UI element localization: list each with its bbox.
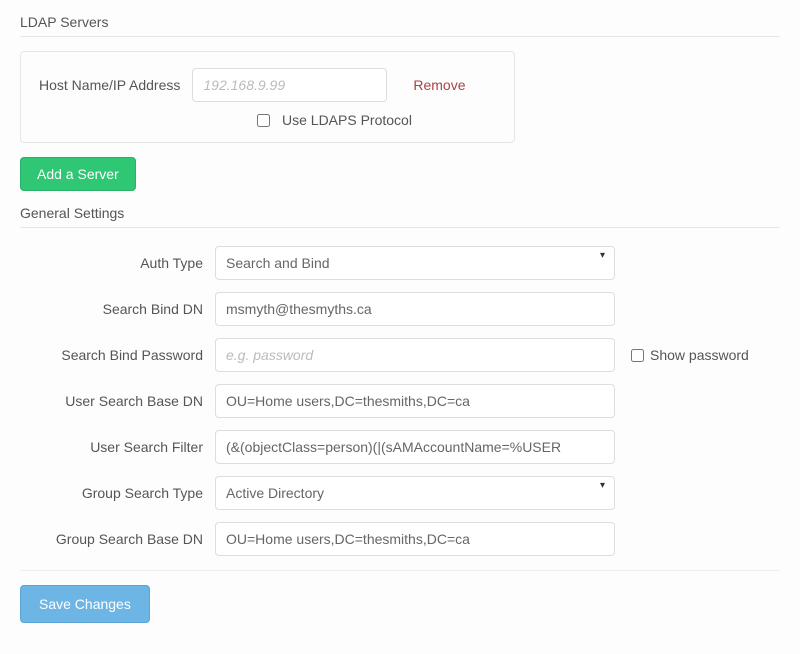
search-bind-dn-label: Search Bind DN <box>20 301 215 317</box>
server-box: Host Name/IP Address Remove Use LDAPS Pr… <box>20 51 515 143</box>
ldap-servers-title: LDAP Servers <box>20 14 780 37</box>
use-ldaps-label: Use LDAPS Protocol <box>282 112 412 128</box>
group-base-dn-label: Group Search Base DN <box>20 531 215 547</box>
user-base-dn-input[interactable] <box>215 384 615 418</box>
group-base-dn-input[interactable] <box>215 522 615 556</box>
group-search-type-select[interactable]: Active Directory <box>215 476 615 510</box>
show-password-checkbox[interactable] <box>631 349 644 362</box>
search-bind-pw-input[interactable] <box>215 338 615 372</box>
general-settings-title: General Settings <box>20 205 780 228</box>
user-base-dn-label: User Search Base DN <box>20 393 215 409</box>
auth-type-label: Auth Type <box>20 255 215 271</box>
host-input[interactable] <box>192 68 387 102</box>
user-filter-label: User Search Filter <box>20 439 215 455</box>
divider <box>20 570 780 571</box>
group-search-type-label: Group Search Type <box>20 485 215 501</box>
save-changes-button[interactable]: Save Changes <box>20 585 150 623</box>
auth-type-select[interactable]: Search and Bind <box>215 246 615 280</box>
host-label: Host Name/IP Address <box>39 77 180 93</box>
use-ldaps-checkbox[interactable] <box>257 114 270 127</box>
search-bind-dn-input[interactable] <box>215 292 615 326</box>
remove-server-link[interactable]: Remove <box>413 77 465 93</box>
user-filter-input[interactable] <box>215 430 615 464</box>
show-password-label: Show password <box>650 347 749 363</box>
add-server-button[interactable]: Add a Server <box>20 157 136 191</box>
search-bind-pw-label: Search Bind Password <box>20 347 215 363</box>
